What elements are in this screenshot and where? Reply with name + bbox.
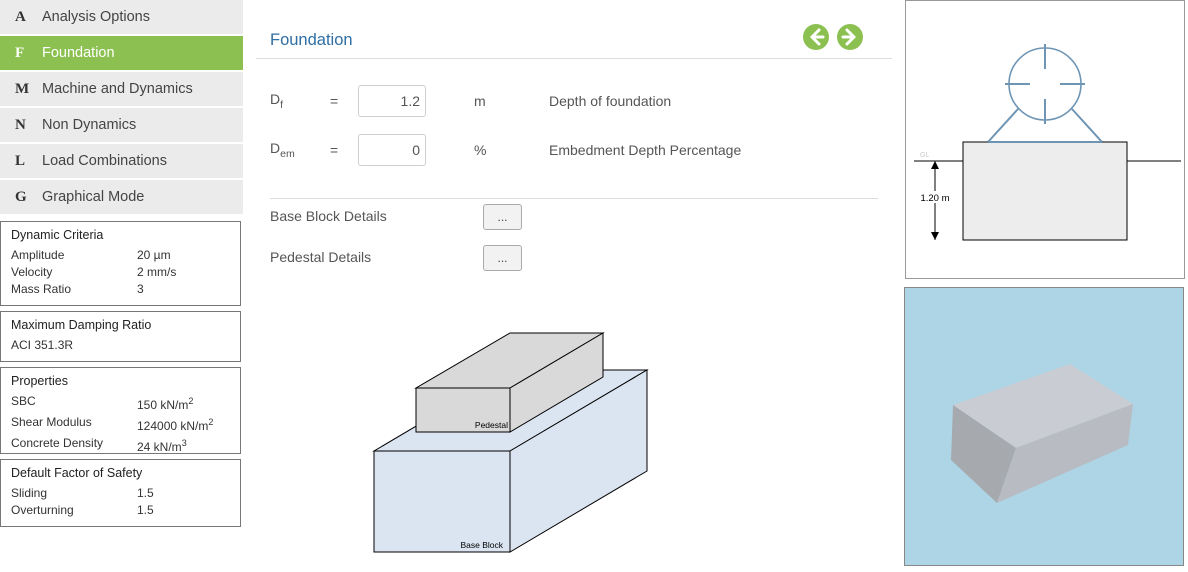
- info-key: Velocity: [11, 265, 53, 279]
- pedestal-details-label: Pedestal Details: [270, 249, 372, 265]
- info-row: Concrete Density 24 kN/m3: [11, 435, 230, 456]
- back-button[interactable]: [803, 24, 829, 50]
- param-row-df: Df = m Depth of foundation: [270, 84, 671, 118]
- info-row: Sliding 1.5: [11, 485, 230, 502]
- nav-letter: G: [15, 188, 27, 205]
- damping-ratio-value: ACI 351.3R: [11, 338, 74, 352]
- properties-box: Properties SBC 150 kN/m2 Shear Modulus 1…: [0, 367, 241, 454]
- base-block-label: Base Block: [460, 540, 503, 550]
- nav-item-analysis-options[interactable]: A Analysis Options: [0, 0, 243, 34]
- safety-factor-title: Default Factor of Safety: [11, 466, 143, 480]
- dynamic-criteria-title: Dynamic Criteria: [11, 228, 104, 242]
- param-row-dem: Dem = % Embedment Depth Percentage: [270, 133, 741, 167]
- damping-ratio-title: Maximum Damping Ratio: [11, 318, 152, 332]
- param-unit: m: [474, 93, 486, 109]
- sidebar-nav: A Analysis Options F Foundation M Machin…: [0, 0, 243, 216]
- info-row: Mass Ratio 3: [11, 281, 230, 298]
- nav-label: Load Combinations: [42, 153, 167, 169]
- nav-letter: A: [15, 8, 26, 25]
- nav-label: Non Dynamics: [42, 117, 137, 133]
- info-row: Velocity 2 mm/s: [11, 264, 230, 281]
- nav-item-non-dynamics[interactable]: N Non Dynamics: [0, 108, 243, 142]
- elevation-sketch: GL 1.20 m: [914, 44, 1181, 241]
- param-equals: =: [330, 93, 339, 109]
- info-value: 20 µm: [137, 248, 171, 262]
- nav-item-load-combinations[interactable]: L Load Combinations: [0, 144, 243, 178]
- info-row: SBC 150 kN/m2: [11, 393, 230, 414]
- info-value: 2 mm/s: [137, 265, 177, 279]
- nav-letter: L: [15, 152, 26, 169]
- info-key: SBC: [11, 394, 36, 408]
- nav-item-machine-and-dynamics[interactable]: M Machine and Dynamics: [0, 72, 243, 106]
- info-key: Sliding: [11, 486, 48, 500]
- info-key: Overturning: [11, 503, 74, 517]
- nav-letter: N: [15, 116, 26, 133]
- info-value: 150 kN/m2: [137, 396, 194, 412]
- dynamic-criteria-box: Dynamic Criteria Amplitude 20 µm Velocit…: [0, 221, 241, 306]
- nav-label: Graphical Mode: [42, 189, 145, 205]
- section-divider: [270, 198, 878, 199]
- foundation-block: [962, 141, 1128, 241]
- info-row: Amplitude 20 µm: [11, 247, 230, 264]
- damping-ratio-box: Maximum Damping Ratio ACI 351.3R: [0, 311, 241, 362]
- info-row: Overturning 1.5: [11, 502, 230, 519]
- nav-letter: M: [15, 80, 30, 97]
- info-key: Amplitude: [11, 248, 65, 262]
- dimension-arrow-down: [931, 232, 939, 240]
- nav-label: Machine and Dynamics: [42, 81, 193, 97]
- properties-title: Properties: [11, 374, 68, 388]
- info-value: 124000 kN/m2: [137, 417, 214, 433]
- forward-button[interactable]: [837, 24, 863, 50]
- base-block-details-label: Base Block Details: [270, 208, 387, 224]
- ground-level-label: GL: [920, 152, 929, 159]
- 3d-foundation-model: [951, 364, 1133, 503]
- foundation-isometric-diagram: Base Block Pedestal: [372, 332, 649, 553]
- 3d-view-panel[interactable]: [904, 287, 1184, 566]
- arrow-left-circle-icon: [810, 28, 825, 46]
- info-value: 24 kN/m3: [137, 438, 187, 454]
- machine-symbol: [987, 44, 1103, 143]
- info-key: Shear Modulus: [11, 415, 92, 429]
- embedment-depth-input[interactable]: [358, 134, 426, 166]
- param-equals: =: [330, 142, 339, 158]
- safety-factor-box: Default Factor of Safety Sliding 1.5 Ove…: [0, 459, 241, 527]
- info-key: Mass Ratio: [11, 282, 72, 296]
- depth-dimension-label: 1.20 m: [920, 193, 949, 204]
- pedestal-details-button[interactable]: ...: [483, 245, 522, 271]
- nav-item-foundation[interactable]: F Foundation: [0, 36, 243, 70]
- pedestal-label: Pedestal: [475, 420, 508, 430]
- param-description: Embedment Depth Percentage: [549, 142, 742, 158]
- base-block-front: [373, 450, 511, 553]
- info-row: Shear Modulus 124000 kN/m2: [11, 414, 230, 435]
- info-value: 1.5: [137, 503, 154, 517]
- info-key: Concrete Density: [11, 436, 104, 450]
- nav-label: Analysis Options: [42, 9, 150, 25]
- info-value: 3: [137, 282, 144, 296]
- nav-item-graphical-mode[interactable]: G Graphical Mode: [0, 180, 243, 214]
- param-symbol: Dem: [270, 140, 295, 160]
- elevation-sketch-panel: GL 1.20 m: [905, 0, 1185, 279]
- base-block-details-button[interactable]: ...: [483, 204, 522, 230]
- nav-label: Foundation: [42, 45, 115, 61]
- arrow-right-circle-icon: [841, 28, 856, 46]
- param-description: Depth of foundation: [549, 93, 672, 109]
- param-symbol: Df: [270, 91, 284, 111]
- dimension-arrow-up: [931, 161, 939, 169]
- page-title: Foundation: [270, 31, 353, 49]
- param-unit: %: [474, 142, 487, 158]
- depth-of-foundation-input[interactable]: [358, 85, 426, 117]
- info-value: 1.5: [137, 486, 154, 500]
- title-divider: [256, 58, 892, 59]
- nav-letter: F: [15, 44, 25, 61]
